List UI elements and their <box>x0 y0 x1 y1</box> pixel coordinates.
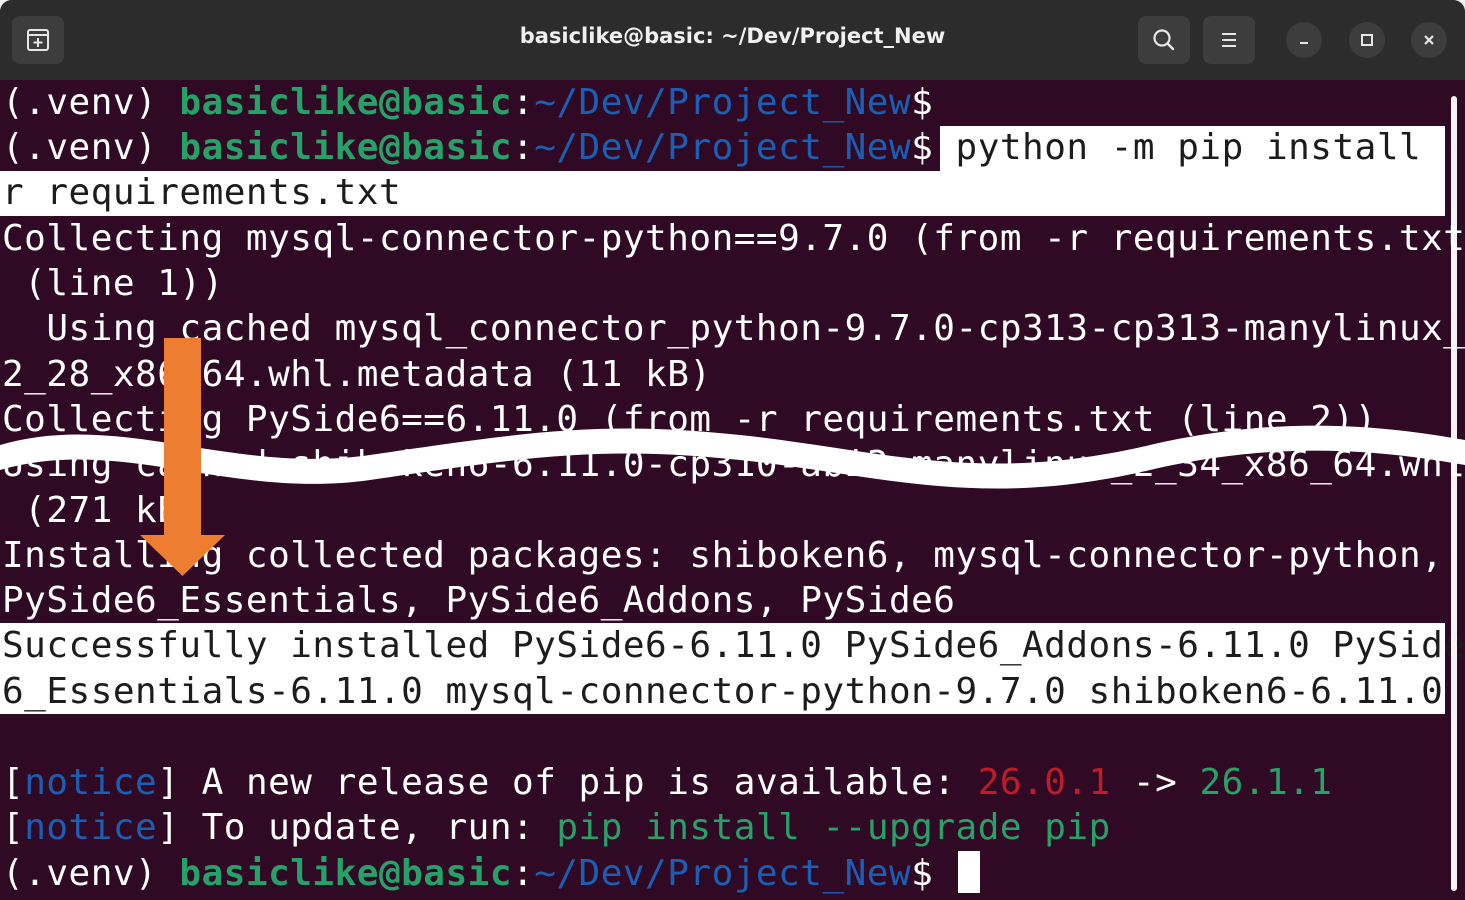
venv-label: (.venv) <box>2 127 180 168</box>
prompt-line-1: (.venv) basiclike@basic:~/Dev/Project_Ne… <box>2 80 933 125</box>
new-version: 26.1.1 <box>1199 762 1333 803</box>
prompt-dollar: $ <box>911 853 934 894</box>
notice-bracket-open: [ <box>2 807 25 848</box>
notice-label: notice <box>24 807 158 848</box>
hamburger-menu-icon <box>1222 33 1236 47</box>
prompt-dollar: $ <box>911 82 934 123</box>
output-line-4: (line 1)) <box>2 263 224 304</box>
output-line-11: PySide6_Essentials, PySide6_Addons, PySi… <box>2 580 956 621</box>
notice-update-message: To update, run: <box>179 807 557 848</box>
prompt-user-host: basiclike@basic <box>179 82 512 123</box>
prompt-line-2: (.venv) basiclike@basic:~/Dev/Project_Ne… <box>2 125 1465 170</box>
title-bar: basiclike@basic: ~/Dev/Project_New <box>0 0 1465 80</box>
prompt-path: ~/Dev/Project_New <box>534 853 912 894</box>
version-arrow: -> <box>1110 762 1200 803</box>
notice-message: A new release of pip is available: <box>179 762 978 803</box>
minimize-button[interactable] <box>1286 22 1322 58</box>
output-line-6: 2_28_x86_64.whl.metadata (11 kB) <box>2 354 712 395</box>
notice-line-1: [notice] A new release of pip is availab… <box>2 760 1332 805</box>
prompt-path: ~/Dev/Project_New <box>534 82 912 123</box>
prompt-user-host: basiclike@basic <box>179 853 512 894</box>
notice-line-2: [notice] To update, run: pip install --u… <box>2 805 1111 850</box>
success-line-1: Successfully installed PySide6-6.11.0 Py… <box>2 625 1465 666</box>
minimize-icon <box>1300 42 1308 44</box>
down-arrow-icon <box>140 338 225 576</box>
prompt-line-final: (.venv) basiclike@basic:~/Dev/Project_Ne… <box>2 851 980 896</box>
close-button[interactable] <box>1411 22 1447 58</box>
prompt-colon: : <box>512 82 535 123</box>
search-button[interactable] <box>1138 16 1190 64</box>
notice-bracket-close: ] <box>157 762 180 803</box>
notice-bracket-open: [ <box>2 762 25 803</box>
output-line-3: Collecting mysql-connector-python==9.7.0… <box>2 218 1465 259</box>
venv-label: (.venv) <box>2 853 180 894</box>
prompt-user-host: basiclike@basic <box>179 127 512 168</box>
success-line-2: 6_Essentials-6.11.0 mysql-connector-pyth… <box>2 671 1444 712</box>
menu-button[interactable] <box>1203 16 1255 64</box>
command-text-part1: python -m pip install - <box>933 127 1465 168</box>
prompt-colon: : <box>512 127 535 168</box>
prompt-colon: : <box>512 853 535 894</box>
notice-label: notice <box>24 762 158 803</box>
command-text-part2: r requirements.txt <box>2 172 402 213</box>
terminal-window: basiclike@basic: ~/Dev/Project_New (.ven… <box>0 0 1465 900</box>
prompt-dollar: $ <box>911 127 934 168</box>
notice-bracket-close: ] <box>157 807 180 848</box>
upgrade-command: pip install --upgrade pip <box>556 807 1111 848</box>
search-icon <box>1153 29 1175 51</box>
old-version: 26.0.1 <box>977 762 1111 803</box>
maximize-button[interactable] <box>1349 22 1385 58</box>
maximize-icon <box>1361 34 1373 46</box>
prompt-path: ~/Dev/Project_New <box>534 127 912 168</box>
text-cursor <box>957 851 980 893</box>
venv-label: (.venv) <box>2 82 180 123</box>
close-icon <box>1424 35 1434 45</box>
